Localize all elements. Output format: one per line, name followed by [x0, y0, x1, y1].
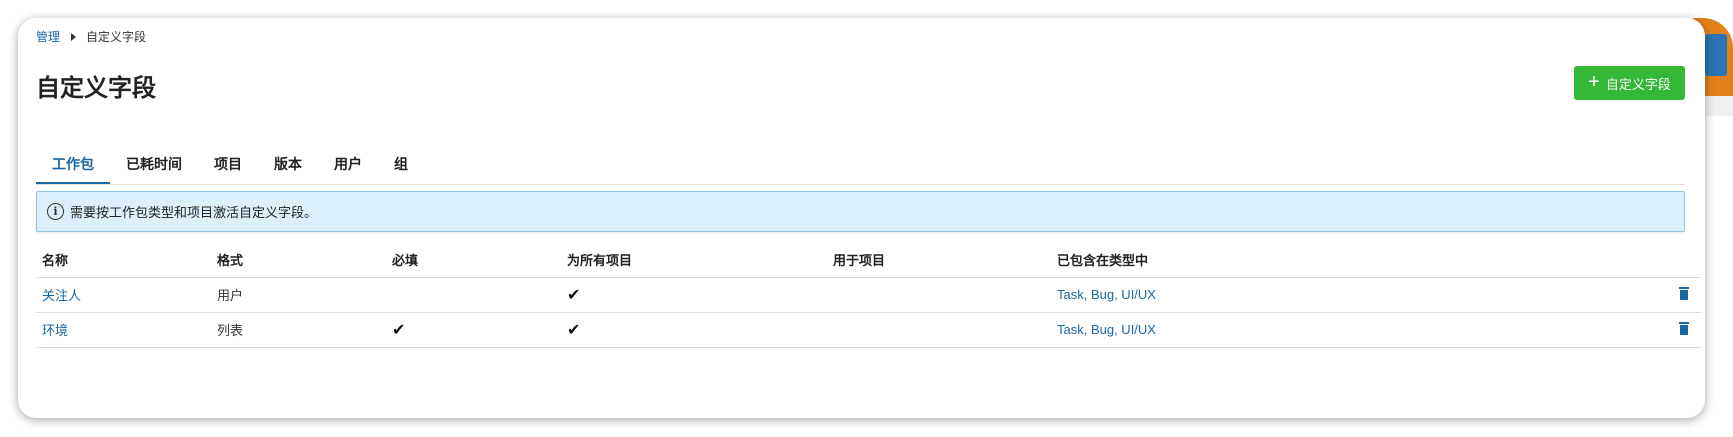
tab-bar: 工作包 已耗时间 项目 版本 用户 组 [36, 130, 1685, 185]
field-types-link[interactable]: Task, Bug, UI/UX [1057, 322, 1156, 337]
tab-projects[interactable]: 项目 [198, 130, 258, 184]
notice-text: 需要按工作包类型和项目激活自定义字段。 [70, 205, 318, 220]
background-element [1705, 34, 1727, 76]
info-notice: i 需要按工作包类型和项目激活自定义字段。 [36, 191, 1685, 232]
tab-users[interactable]: 用户 [318, 130, 378, 184]
tab-versions[interactable]: 版本 [258, 130, 318, 184]
info-icon: i [47, 203, 64, 220]
table-row: 环境 列表 ✔ ✔ Task, Bug, UI/UX [36, 312, 1701, 348]
field-format: 列表 [211, 312, 386, 348]
column-header-format[interactable]: 格式 [211, 242, 386, 278]
chevron-right-icon [71, 32, 77, 41]
tab-work-packages[interactable]: 工作包 [36, 130, 110, 184]
required-cell [386, 277, 561, 313]
tab-time-spent[interactable]: 已耗时间 [110, 130, 198, 184]
check-icon: ✔ [567, 285, 581, 304]
add-custom-field-button[interactable]: + 自定义字段 [1574, 66, 1685, 100]
column-header-for-all-projects[interactable]: 为所有项目 [561, 242, 827, 278]
field-types-link[interactable]: Task, Bug, UI/UX [1057, 287, 1156, 302]
check-icon: ✔ [392, 320, 406, 339]
column-header-name[interactable]: 名称 [36, 242, 211, 278]
trash-icon[interactable] [1679, 286, 1689, 300]
tab-groups[interactable]: 组 [378, 130, 424, 184]
breadcrumb-admin-link[interactable]: 管理 [36, 28, 60, 45]
custom-fields-page: 管理 自定义字段 自定义字段 + 自定义字段 工作包 已耗时间 项目 版本 用户… [18, 18, 1705, 418]
page-title: 自定义字段 [36, 75, 156, 102]
field-format: 用户 [211, 277, 386, 313]
check-icon: ✔ [567, 320, 581, 339]
column-header-required[interactable]: 必填 [386, 242, 561, 278]
breadcrumb-current: 自定义字段 [86, 30, 147, 44]
plus-icon: + [1588, 71, 1600, 93]
table-header-row: 名称 格式 必填 为所有项目 用于项目 已包含在类型中 [36, 242, 1701, 278]
breadcrumb: 管理 自定义字段 [36, 28, 146, 45]
field-name-link[interactable]: 环境 [42, 323, 68, 338]
trash-icon[interactable] [1679, 321, 1689, 335]
column-header-used-in-projects[interactable]: 用于项目 [827, 242, 1051, 278]
used-in-projects-cell [827, 312, 1051, 348]
custom-fields-table: 名称 格式 必填 为所有项目 用于项目 已包含在类型中 关注人 用户 ✔ Tas… [36, 242, 1701, 348]
field-name-link[interactable]: 关注人 [42, 288, 81, 303]
table-row: 关注人 用户 ✔ Task, Bug, UI/UX [36, 277, 1701, 313]
column-header-actions [1471, 242, 1701, 278]
add-custom-field-label: 自定义字段 [1605, 76, 1671, 92]
used-in-projects-cell [827, 277, 1051, 313]
column-header-types[interactable]: 已包含在类型中 [1051, 242, 1471, 278]
